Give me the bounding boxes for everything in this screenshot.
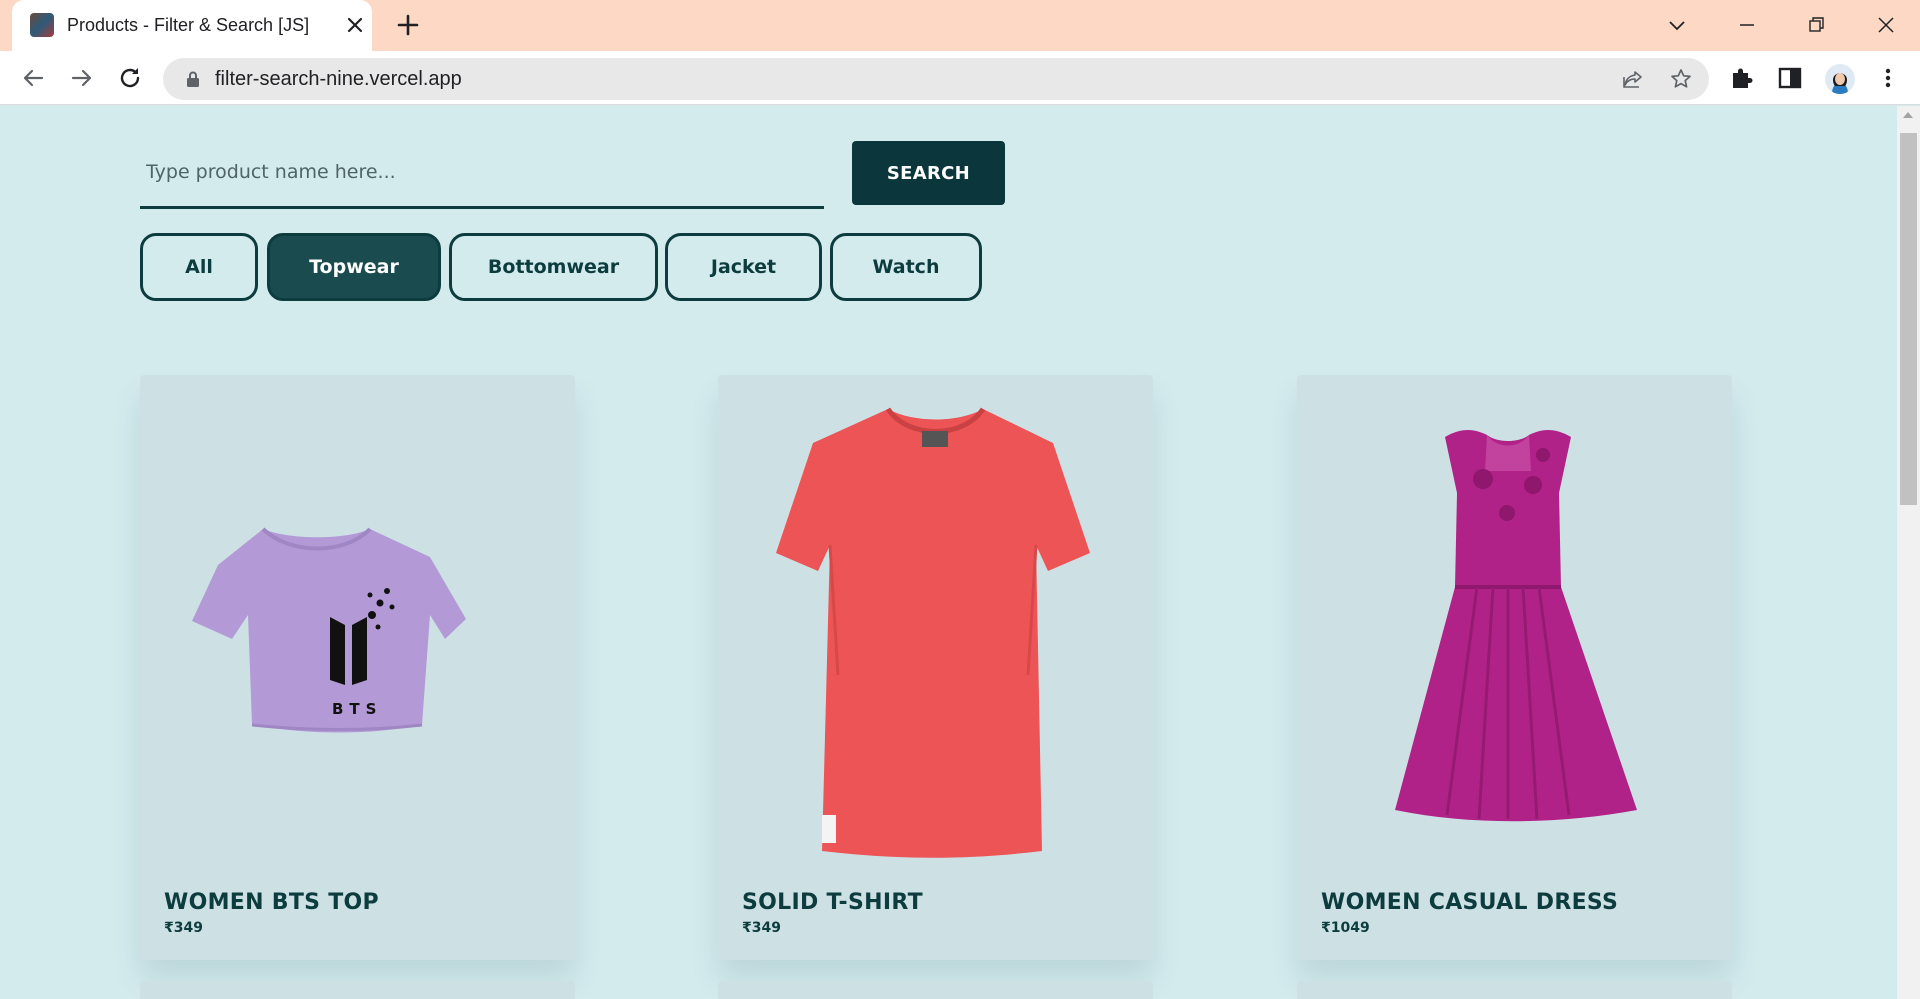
browser-menu-kebab-icon[interactable] <box>1874 64 1902 92</box>
product-card-partial[interactable] <box>1297 981 1732 999</box>
lock-icon[interactable] <box>183 69 203 89</box>
scrollbar-thumb[interactable] <box>1900 133 1917 505</box>
search-input[interactable] <box>140 141 824 209</box>
product-price: ₹1049 <box>1321 920 1370 936</box>
search-button[interactable]: SEARCH <box>852 141 1005 205</box>
product-card-partial[interactable] <box>140 981 575 999</box>
product-image-casual-dress <box>1395 430 1637 822</box>
close-tab-icon[interactable] <box>342 12 368 38</box>
product-image-solid-tshirt <box>776 407 1090 858</box>
filter-bottomwear-button[interactable]: Bottomwear <box>449 233 658 301</box>
product-name: WOMEN CASUAL DRESS <box>1321 890 1619 915</box>
product-card[interactable]: BTS WOMEN BTS TOP ₹349 <box>140 375 575 960</box>
address-bar[interactable]: filter-search-nine.vercel.app <box>163 58 1709 100</box>
product-print-text: BTS <box>332 700 383 718</box>
profile-avatar-icon <box>1825 64 1855 94</box>
browser-tab-strip: Products - Filter & Search [JS] <box>0 0 1920 51</box>
site-favicon-icon <box>30 13 54 37</box>
product-card-partial[interactable] <box>718 981 1153 999</box>
filter-jacket-button[interactable]: Jacket <box>665 233 822 301</box>
product-card[interactable]: SOLID T-SHIRT ₹349 <box>718 375 1153 960</box>
product-image-bts-top <box>192 527 466 733</box>
share-icon[interactable] <box>1621 67 1645 91</box>
minimize-icon[interactable] <box>1732 10 1762 40</box>
restore-window-icon[interactable] <box>1801 10 1831 40</box>
reload-icon[interactable] <box>115 63 145 93</box>
product-price: ₹349 <box>742 920 781 936</box>
close-window-icon[interactable] <box>1871 10 1901 40</box>
scroll-up-arrow-icon[interactable] <box>1903 112 1913 118</box>
product-name: WOMEN BTS TOP <box>164 890 379 915</box>
url-text: filter-search-nine.vercel.app <box>215 68 462 90</box>
back-arrow-icon[interactable] <box>18 63 48 93</box>
product-price: ₹349 <box>164 920 203 936</box>
filter-all-button[interactable]: All <box>140 233 258 301</box>
product-name: SOLID T-SHIRT <box>742 890 923 915</box>
filter-watch-button[interactable]: Watch <box>830 233 982 301</box>
product-card[interactable]: WOMEN CASUAL DRESS ₹1049 <box>1297 375 1732 960</box>
page-viewport: SEARCH All Topwear Bottomwear Jacket Wat… <box>0 106 1897 999</box>
forward-arrow-icon[interactable] <box>67 63 97 93</box>
tab-title: Products - Filter & Search [JS] <box>67 15 310 35</box>
browser-tab[interactable]: Products - Filter & Search [JS] <box>12 0 372 51</box>
browser-toolbar: filter-search-nine.vercel.app <box>0 51 1920 105</box>
extensions-puzzle-icon[interactable] <box>1728 64 1756 92</box>
bookmark-star-icon[interactable] <box>1669 67 1693 91</box>
tab-search-chevron-icon[interactable] <box>1662 10 1692 40</box>
filter-topwear-button[interactable]: Topwear <box>267 233 441 301</box>
side-panel-icon[interactable] <box>1776 64 1804 92</box>
new-tab-icon[interactable] <box>393 10 423 40</box>
page-scrollbar[interactable] <box>1897 106 1920 999</box>
profile-avatar[interactable] <box>1825 64 1855 94</box>
